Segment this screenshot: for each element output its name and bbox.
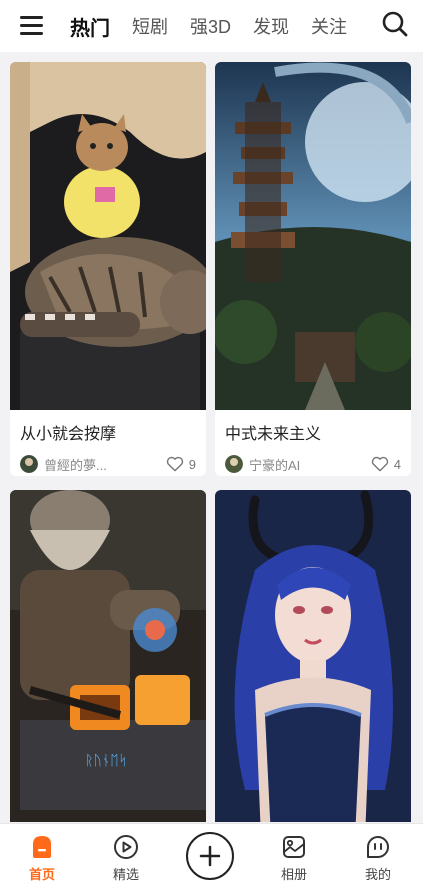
card-image[interactable]: ᚱᚢᚾᛖᛋ [10,490,206,822]
like-count: 4 [393,456,401,472]
feed-card[interactable]: 从小就会按摩 曾經的夢... 9 [10,62,206,476]
avatar[interactable] [225,455,243,473]
nav-profile-label: 我的 [364,867,391,882]
nav-album[interactable]: 相册 [264,834,324,883]
nav-album-label: 相册 [280,867,307,882]
like-count: 9 [188,456,196,472]
feed-card[interactable]: ᚱᚢᚾᛖᛋ [10,490,206,822]
nav-profile[interactable]: 我的 [348,834,408,883]
feed-card[interactable] [215,490,411,822]
feed-card[interactable]: 中式未来主义 宁豪的AI 4 [215,62,411,476]
hamburger-icon[interactable] [20,14,44,36]
svg-text:ᚱᚢᚾᛖᛋ: ᚱᚢᚾᛖᛋ [85,753,127,769]
blacksmith-forge-image: ᚱᚢᚾᛖᛋ [10,490,206,822]
futuristic-city-image [215,62,411,410]
heart-icon [371,456,388,472]
search-icon[interactable] [381,10,409,38]
card-image[interactable] [215,490,411,822]
tab-3d[interactable]: 强3D [190,13,231,39]
play-circle-icon [114,835,138,859]
author-name[interactable]: 宁豪的AI [249,455,371,474]
heart-icon [166,456,183,472]
plus-icon [199,845,221,867]
album-icon [283,836,305,858]
tab-following[interactable]: 关注 [311,13,347,39]
content-feed[interactable]: 从小就会按摩 曾經的夢... 9 中式未来主义 宁豪的AI 4 ᚱᚢᚾᛖᛋ [0,52,423,822]
tab-short-drama[interactable]: 短剧 [132,13,168,39]
nav-featured-label: 精选 [112,867,139,882]
like-button[interactable]: 4 [371,456,401,472]
tab-hot[interactable]: 热门 [70,12,110,41]
card-title: 中式未来主义 [225,426,322,443]
top-bar: 热门 短剧 强3D 发现 关注 [0,0,423,52]
card-title: 从小就会按摩 [20,426,117,443]
home-icon [33,836,51,858]
cats-photo-image [10,62,206,410]
nav-home[interactable]: 首页 [12,834,72,883]
card-image[interactable] [215,62,411,410]
card-image[interactable] [10,62,206,410]
blue-haired-girl-image [215,490,411,822]
like-button[interactable]: 9 [166,456,196,472]
author-name[interactable]: 曾經的夢... [44,455,166,474]
profile-icon [367,836,389,858]
bottom-navigation: 首页 精选 相册 我的 [0,823,423,893]
nav-featured[interactable]: 精选 [96,834,156,883]
card-meta: 宁豪的AI 4 [215,446,411,476]
tab-discover[interactable]: 发现 [253,13,289,39]
avatar[interactable] [20,455,38,473]
card-meta: 曾經的夢... 9 [10,446,206,476]
create-button[interactable] [186,832,234,880]
category-tabs: 热门 短剧 强3D 发现 关注 [70,0,370,52]
nav-home-label: 首页 [28,867,55,882]
